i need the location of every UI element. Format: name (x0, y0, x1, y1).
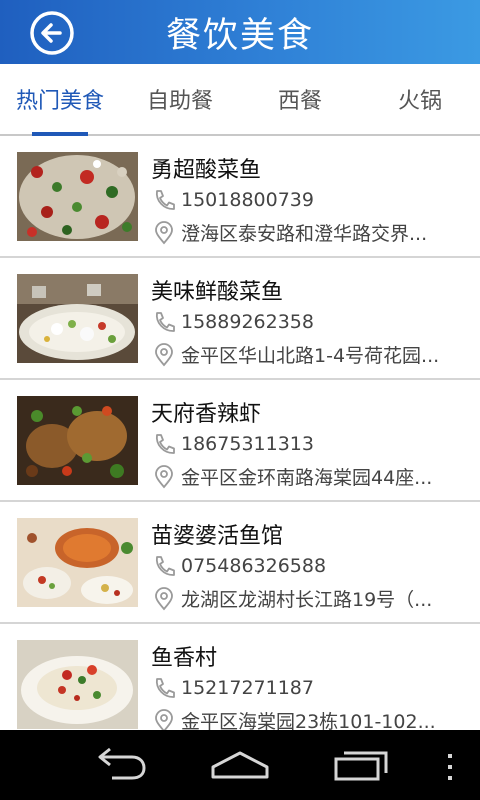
address-text: 金平区华山北路1-4号荷花园... (181, 345, 440, 367)
nav-back-button[interactable] (92, 747, 148, 787)
home-icon (211, 751, 269, 779)
tab-hot-food[interactable]: 热门美食 (0, 64, 120, 136)
phone-row[interactable]: 18675311313 (151, 432, 314, 456)
restaurant-photo (17, 152, 138, 241)
phone-number: 18675311313 (181, 433, 314, 455)
address-row: 金平区海棠园23栋101-102... (151, 707, 463, 730)
restaurant-name: 天府香辣虾 (151, 402, 262, 427)
overflow-menu-icon (448, 754, 452, 780)
list-item[interactable]: 鱼香村 15217271187 金平区海棠园23栋101-102... (0, 624, 480, 730)
app-header: 餐饮美食 (0, 0, 480, 64)
address-text: 澄海区泰安路和澄华路交界... (181, 223, 428, 245)
location-pin-icon (155, 220, 173, 244)
address-row: 澄海区泰安路和澄华路交界... (151, 219, 463, 246)
address-row: 龙湖区龙湖村长江路19号（... (151, 585, 463, 612)
phone-number: 075486326588 (181, 555, 327, 577)
tab-hotpot[interactable]: 火锅 (360, 64, 480, 134)
restaurant-list[interactable]: 勇超酸菜鱼 15018800739 澄海区泰安路和澄华路交界... 美味鲜酸菜鱼 (0, 136, 480, 730)
recent-apps-icon (334, 751, 388, 781)
nav-recent-apps-button[interactable] (332, 747, 392, 787)
address-row: 金平区金环南路海棠园44座... (151, 463, 463, 490)
nav-menu-button[interactable] (444, 752, 456, 786)
address-row: 金平区华山北路1-4号荷花园... (151, 341, 463, 368)
phone-icon (155, 678, 175, 698)
tab-buffet[interactable]: 自助餐 (120, 64, 240, 134)
category-tabs: 热门美食 自助餐 西餐 火锅 (0, 64, 480, 136)
phone-number: 15889262358 (181, 311, 314, 333)
address-text: 金平区海棠园23栋101-102... (181, 711, 436, 730)
list-item[interactable]: 天府香辣虾 18675311313 金平区金环南路海棠园44座... (0, 380, 480, 502)
list-item[interactable]: 苗婆婆活鱼馆 075486326588 龙湖区龙湖村长江路19号（... (0, 502, 480, 624)
location-pin-icon (155, 708, 173, 730)
restaurant-photo (17, 518, 138, 607)
location-pin-icon (155, 586, 173, 610)
list-item[interactable]: 美味鲜酸菜鱼 15889262358 金平区华山北路1-4号荷花园... (0, 258, 480, 380)
back-arrow-icon (30, 11, 74, 55)
phone-icon (155, 434, 175, 454)
restaurant-photo (17, 274, 138, 363)
phone-number: 15217271187 (181, 677, 314, 699)
address-text: 龙湖区龙湖村长江路19号（... (181, 589, 433, 611)
restaurant-name: 美味鲜酸菜鱼 (151, 280, 284, 305)
nav-home-button[interactable] (210, 747, 270, 787)
restaurant-photo (17, 396, 138, 485)
restaurant-name: 鱼香村 (151, 646, 218, 671)
system-navigation-bar (0, 730, 480, 800)
phone-icon (155, 190, 175, 210)
page-title: 餐饮美食 (165, 15, 314, 56)
address-text: 金平区金环南路海棠园44座... (181, 467, 433, 489)
phone-row[interactable]: 15217271187 (151, 676, 314, 700)
restaurant-photo (17, 640, 138, 729)
phone-icon (155, 312, 175, 332)
phone-row[interactable]: 15018800739 (151, 188, 314, 212)
list-item[interactable]: 勇超酸菜鱼 15018800739 澄海区泰安路和澄华路交界... (0, 136, 480, 258)
location-pin-icon (155, 464, 173, 488)
restaurant-name: 勇超酸菜鱼 (151, 158, 262, 183)
phone-row[interactable]: 15889262358 (151, 310, 314, 334)
restaurant-name: 苗婆婆活鱼馆 (151, 524, 284, 549)
location-pin-icon (155, 342, 173, 366)
phone-icon (155, 556, 175, 576)
back-icon (98, 747, 146, 780)
tab-western[interactable]: 西餐 (240, 64, 360, 134)
back-button[interactable] (29, 10, 75, 56)
phone-number: 15018800739 (181, 189, 314, 211)
phone-row[interactable]: 075486326588 (151, 554, 326, 578)
